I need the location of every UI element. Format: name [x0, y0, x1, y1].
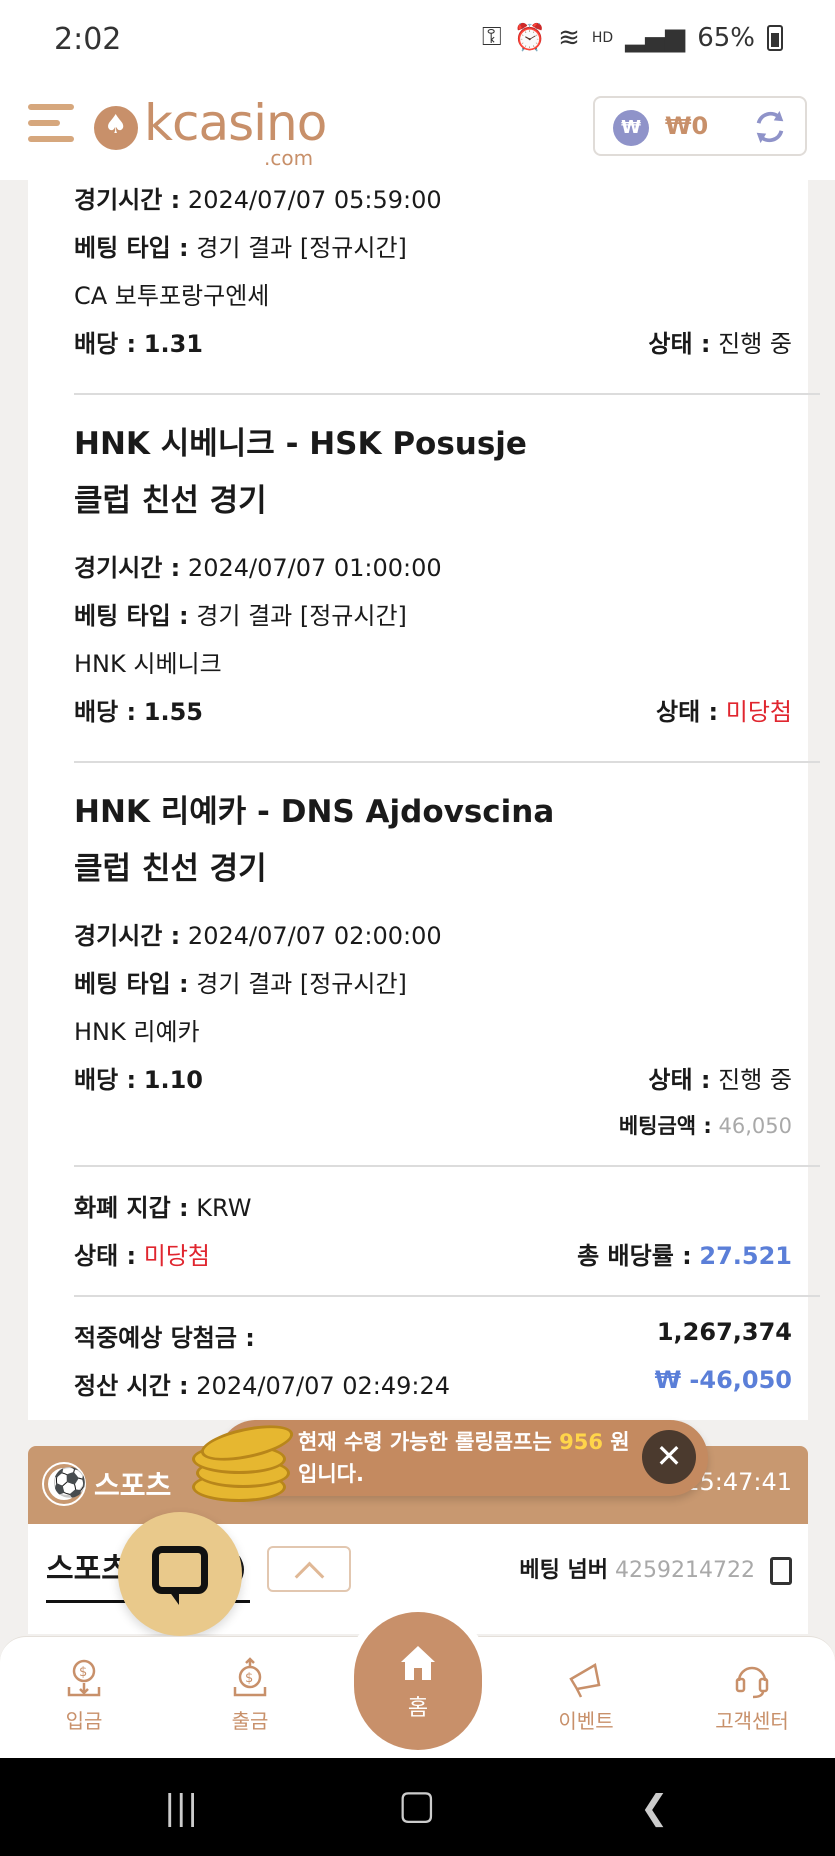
chat-button[interactable] — [118, 1512, 242, 1636]
divider — [74, 761, 820, 763]
won-icon: ₩ — [613, 110, 649, 146]
nav-event[interactable]: 이벤트 — [526, 1657, 646, 1734]
bet-3-status: 상태 : 진행 중 — [648, 1066, 792, 1094]
key-icon: ⚿ — [481, 22, 502, 52]
currency-wallet: 화폐 지갑 : KRW — [74, 1194, 252, 1222]
soccer-ball-icon — [42, 1462, 87, 1506]
bet-3-league: 클럽 친선 경기 — [74, 851, 267, 887]
status-icons: ⚿ ⏰ ≋ HD ▂▄▆ 65% — [482, 22, 783, 53]
wifi-icon: ≋ — [558, 22, 580, 53]
casino-chip-icon — [94, 106, 138, 150]
nav-deposit[interactable]: $ 입금 — [24, 1657, 144, 1734]
nav-withdraw[interactable]: $ 출금 — [190, 1657, 310, 1734]
system-navigation-bar: ||| ▢ ❮ — [0, 1758, 835, 1856]
home-system-icon[interactable]: ▢ — [398, 1782, 436, 1828]
summary-status: 상태 : 미당첨 — [74, 1242, 211, 1270]
total-odds: 총 배당률 : 27.521 — [577, 1242, 792, 1270]
battery-percent: 65% — [697, 22, 755, 53]
expected-win-label: 적중예상 당첨금 : — [74, 1324, 255, 1352]
svg-text:$: $ — [79, 1665, 87, 1680]
status-bar: 2:02 ⚿ ⏰ ≋ HD ▂▄▆ 65% — [0, 0, 835, 84]
logo-text: kcasino — [144, 94, 327, 152]
bet-3-pick: HNK 리예카 — [74, 1018, 200, 1046]
collapse-up-button[interactable] — [267, 1546, 351, 1592]
back-icon[interactable]: ❮ — [640, 1788, 669, 1828]
app-header: kcasino .com ₩ ₩0 — [0, 84, 835, 180]
kcasino-logo[interactable]: kcasino .com — [94, 94, 334, 170]
bet-1-bet-type: 베팅 타입 : 경기 결과 [정규시간] — [74, 234, 407, 262]
bet-1-game-time: 경기시간 : 2024/07/07 05:59:00 — [74, 186, 442, 214]
bet-2-odds: 배당 : 1.55 — [74, 698, 203, 726]
bet-2-status: 상태 : 미당첨 — [655, 698, 792, 726]
alarm-icon: ⏰ — [513, 22, 547, 53]
toast-message: 현재 수령 가능한 롤링콤프는 956 원 입니다. — [298, 1430, 630, 1486]
megaphone-icon — [569, 1663, 601, 1698]
gold-coins-icon — [192, 1416, 297, 1506]
chat-icon — [152, 1546, 208, 1605]
nav-home[interactable]: 홈 — [354, 1612, 482, 1750]
bet-amount: 베팅금액 : 46,050 — [618, 1114, 792, 1138]
bet-2-match-title: HNK 시베니크 - HSK Posusje — [74, 426, 527, 462]
toast-close-button[interactable]: ✕ — [642, 1430, 696, 1484]
divider — [74, 1295, 820, 1297]
settle-amount: ₩ -46,050 — [654, 1366, 792, 1394]
bet-number: 베팅 넘버 4259214722 — [519, 1552, 792, 1585]
wallet-balance[interactable]: ₩ ₩0 — [593, 96, 807, 156]
battery-icon — [767, 24, 783, 51]
bet-1-pick: CA 보투포랑구엔세 — [74, 282, 270, 310]
hamburger-menu-icon[interactable] — [28, 104, 74, 148]
bet-2-game-time: 경기시간 : 2024/07/07 01:00:00 — [74, 554, 442, 582]
bet-3-odds: 배당 : 1.10 — [74, 1066, 203, 1094]
sports-label: 스포츠 — [94, 1469, 172, 1502]
bet-3-bet-type: 베팅 타입 : 경기 결과 [정규시간] — [74, 970, 407, 998]
headset-icon — [735, 1666, 769, 1699]
copy-icon[interactable] — [770, 1557, 792, 1585]
logo-domain: .com — [264, 146, 314, 170]
bet-2-league: 클럽 친선 경기 — [74, 483, 267, 519]
bet-3-game-time: 경기시간 : 2024/07/07 02:00:00 — [74, 922, 442, 950]
hd-label: HD — [591, 29, 614, 46]
deposit-icon: $ — [67, 1659, 101, 1697]
balance-amount: ₩0 — [665, 112, 709, 140]
svg-text:$: $ — [245, 1671, 253, 1686]
divider — [74, 1165, 820, 1167]
divider — [74, 393, 820, 395]
bet-2-pick: HNK 시베니크 — [74, 650, 222, 678]
home-icon — [401, 1646, 435, 1680]
recent-apps-icon[interactable]: ||| — [164, 1788, 198, 1828]
expected-win-amount: 1,267,374 — [656, 1318, 792, 1346]
settle-time: 정산 시간 : 2024/07/07 02:49:24 — [74, 1372, 451, 1400]
bet-detail-card: 경기시간 : 2024/07/07 05:59:00 베팅 타입 : 경기 결과… — [28, 180, 820, 1420]
bet-2-bet-type: 베팅 타입 : 경기 결과 [정규시간] — [74, 602, 407, 630]
bet-1-status: 상태 : 진행 중 — [648, 330, 792, 358]
nav-support[interactable]: 고객센터 — [692, 1657, 812, 1734]
status-time: 2:02 — [54, 22, 122, 57]
bet-3-match-title: HNK 리예카 - DNS Ajdovscina — [74, 794, 555, 830]
withdraw-icon: $ — [233, 1657, 267, 1697]
refresh-icon[interactable] — [751, 108, 789, 146]
bet-1-odds: 배당 : 1.31 — [74, 330, 203, 358]
signal-icon: ▂▄▆ — [625, 22, 686, 53]
